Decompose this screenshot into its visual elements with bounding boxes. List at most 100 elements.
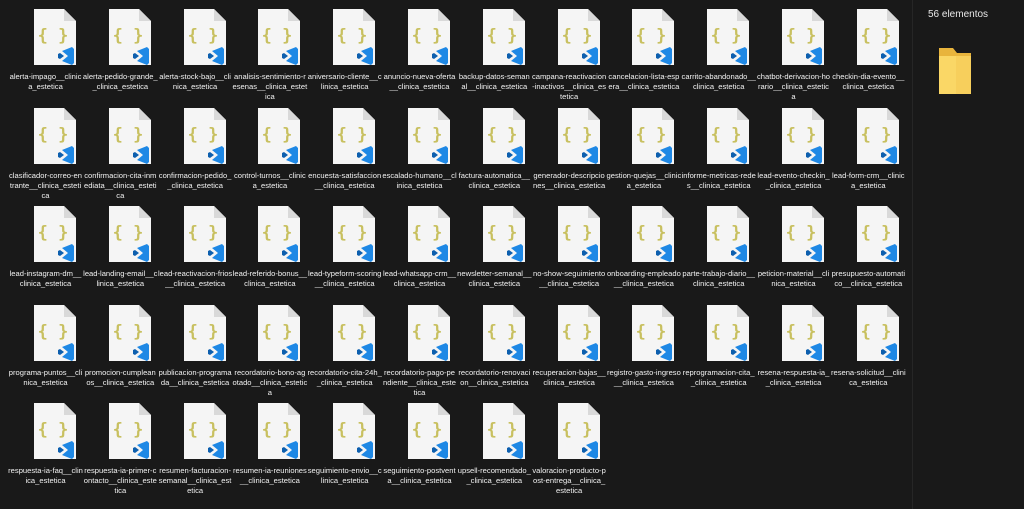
file-item[interactable]: { } chatbot-derivacion-horario__clinica_e… bbox=[756, 0, 831, 101]
json-file-icon: { } bbox=[856, 107, 899, 164]
file-item[interactable]: { } lead-instagram-dm__clinica_estetica bbox=[8, 197, 83, 295]
file-item[interactable]: { } resumen-ia-reuniones__clinica_estetic… bbox=[232, 394, 307, 492]
file-item[interactable]: { } presupuesto-automatico__clinica_estet… bbox=[831, 197, 906, 295]
svg-text:{ }: { } bbox=[786, 26, 817, 46]
json-file-icon: { } bbox=[707, 304, 750, 361]
file-name: seguimiento-postventa__clinica_estetica bbox=[383, 466, 456, 485]
file-item[interactable]: { } resena-solicitud__clinica_estetica bbox=[831, 296, 906, 394]
file-name: cancelacion-lista-espera__clinica_esteti… bbox=[608, 72, 680, 91]
file-item[interactable]: { } recordatorio-renovacion__clinica_este… bbox=[457, 296, 532, 394]
file-item[interactable]: { } resena-respuesta-ia__clinica_estetica bbox=[756, 296, 831, 394]
json-file-icon: { } bbox=[482, 107, 525, 164]
file-item[interactable]: { } lead-whatsapp-crm__clinica_estetica bbox=[382, 197, 457, 295]
file-item[interactable]: { } reprogramacion-cita__clinica_estetica bbox=[681, 296, 756, 394]
file-item[interactable]: { } aniversario-cliente__clinica_estetica bbox=[307, 0, 382, 98]
json-file-icon: { } bbox=[707, 107, 750, 164]
svg-text:{ }: { } bbox=[112, 125, 143, 145]
json-file-icon: { } bbox=[557, 304, 600, 361]
json-file-icon: { } bbox=[782, 107, 824, 164]
file-name: confirmacion-pedido__clinica_estetica bbox=[158, 170, 232, 190]
svg-text:{ }: { } bbox=[412, 223, 443, 243]
file-item[interactable]: { } escalado-humano__clinica_estetica bbox=[382, 99, 457, 197]
svg-text:{ }: { } bbox=[860, 223, 891, 243]
file-item[interactable]: { } newsletter-semanal__clinica_estetica bbox=[457, 197, 532, 295]
svg-text:{ }: { } bbox=[561, 125, 592, 145]
json-file-icon: { } bbox=[183, 206, 226, 262]
file-item[interactable]: { } lead-typeform-scoring__clinica_esteti… bbox=[307, 197, 382, 295]
file-name: lead-evento-checkin__clinica_estetica bbox=[757, 170, 830, 190]
file-item[interactable]: { } lead-reactivacion-frios__clinica_este… bbox=[158, 197, 233, 295]
file-name: control-turnos__clinica_estetica bbox=[234, 170, 306, 190]
svg-text:{ }: { } bbox=[786, 223, 817, 243]
file-item[interactable]: { } anuncio-nueva-oferta__clinica_estetic… bbox=[382, 0, 457, 98]
file-item[interactable]: { } clasificador-correo-entrante__clinica… bbox=[8, 99, 83, 200]
file-item[interactable]: { } lead-referido-bonus__clinica_estetica bbox=[232, 197, 307, 295]
file-item[interactable]: { } control-turnos__clinica_estetica bbox=[232, 99, 307, 197]
file-name: alerta-pedido-grande__clinica_estetica bbox=[82, 72, 158, 91]
file-item[interactable]: { } alerta-impago__clinica_estetica bbox=[8, 0, 83, 98]
file-item[interactable]: { } resumen-facturacion-semanal__clinica_… bbox=[158, 394, 233, 495]
file-item[interactable]: { } cancelacion-lista-espera__clinica_est… bbox=[606, 0, 681, 98]
file-item[interactable]: { } respuesta-ia-primer-contacto__clinica… bbox=[83, 394, 158, 495]
file-item[interactable]: { } no-show-seguimiento__clinica_estetica bbox=[532, 197, 607, 295]
file-item[interactable]: { } lead-evento-checkin__clinica_estetica bbox=[756, 99, 831, 197]
file-item[interactable]: { } publicacion-programada__clinica_estet… bbox=[158, 296, 233, 394]
json-file-icon: { } bbox=[408, 206, 450, 262]
json-file-icon: { } bbox=[856, 9, 899, 65]
file-item[interactable]: { } factura-automatica__clinica_estetica bbox=[457, 99, 532, 197]
file-name: recuperacion-bajas__clinica_estetica bbox=[532, 367, 606, 387]
json-file-icon: { } bbox=[782, 304, 824, 361]
svg-text:{ }: { } bbox=[636, 223, 667, 243]
file-item[interactable]: { } upsell-recomendado__clinica_estetica bbox=[457, 394, 532, 492]
json-file-icon: { } bbox=[482, 403, 525, 459]
svg-text:{ }: { } bbox=[711, 26, 742, 46]
file-item[interactable]: { } recuperacion-bajas__clinica_estetica bbox=[532, 296, 607, 394]
json-file-icon: { } bbox=[408, 403, 450, 459]
file-item[interactable]: { } informe-metricas-redes__clinica_estet… bbox=[681, 99, 756, 197]
file-name: upsell-recomendado__clinica_estetica bbox=[457, 466, 531, 485]
file-item[interactable]: { } recordatorio-bono-agotado__clinica_es… bbox=[232, 296, 307, 397]
file-item[interactable]: { } confirmacion-cita-inmediata__clinica_… bbox=[83, 99, 158, 200]
file-item[interactable]: { } promocion-cumpleanos__clinica_estetic… bbox=[83, 296, 158, 394]
file-item[interactable]: { } peticion-material__clinica_estetica bbox=[756, 197, 831, 295]
svg-text:{ }: { } bbox=[38, 26, 69, 46]
file-item[interactable]: { } gestion-quejas__clinica_estetica bbox=[606, 99, 681, 197]
file-name: registro-gasto-ingreso__clinica_estetica bbox=[606, 367, 681, 387]
file-item[interactable]: { } campana-reactivacion-inactivos__clini… bbox=[532, 0, 607, 101]
json-file-icon: { } bbox=[333, 403, 376, 459]
file-item[interactable]: { } seguimiento-envio__clinica_estetica bbox=[307, 394, 382, 492]
file-item[interactable]: { } respuesta-ia-faq__clinica_estetica bbox=[8, 394, 83, 492]
file-name: promocion-cumpleanos__clinica_estetica bbox=[84, 367, 156, 387]
file-item[interactable]: { } lead-form-crm__clinica_estetica bbox=[831, 99, 906, 197]
file-item[interactable]: { } valoracion-producto-post-entrega__cli… bbox=[532, 394, 607, 495]
file-item[interactable]: { } recordatorio-pago-pendiente__clinica_… bbox=[382, 296, 457, 397]
file-name: reprogramacion-cita__clinica_estetica bbox=[682, 367, 755, 387]
file-item[interactable]: { } confirmacion-pedido__clinica_estetica bbox=[158, 99, 233, 197]
file-item[interactable]: { } onboarding-empleado__clinica_estetica bbox=[606, 197, 681, 295]
file-item[interactable]: { } programa-puntos__clinica_estetica bbox=[8, 296, 83, 394]
file-item[interactable]: { } encuesta-satisfaccion__clinica_esteti… bbox=[307, 99, 382, 197]
file-item[interactable]: { } recordatorio-cita-24h__clinica_esteti… bbox=[307, 296, 382, 394]
file-name: chatbot-derivacion-horario__clinica_este… bbox=[756, 72, 831, 101]
file-item[interactable]: { } carrito-abandonado__clinica_estetica bbox=[681, 0, 756, 98]
json-file-icon: { } bbox=[408, 304, 450, 361]
file-item[interactable]: { } backup-datos-semanal__clinica_estetic… bbox=[457, 0, 532, 98]
json-file-icon: { } bbox=[557, 403, 600, 459]
json-file-icon: { } bbox=[632, 107, 675, 164]
svg-text:{ }: { } bbox=[337, 223, 368, 243]
file-item[interactable]: { } analisis-sentimiento-resenas__clinica… bbox=[232, 0, 307, 101]
svg-text:{ }: { } bbox=[786, 125, 817, 145]
file-name: lead-landing-email__clinica_estetica bbox=[83, 269, 158, 288]
file-item[interactable]: { } lead-landing-email__clinica_estetica bbox=[83, 197, 158, 295]
file-item[interactable]: { } alerta-pedido-grande__clinica_estetic… bbox=[83, 0, 158, 98]
svg-text:{ }: { } bbox=[38, 125, 69, 145]
file-item[interactable]: { } alerta-stock-bajo__clinica_estetica bbox=[158, 0, 233, 98]
file-item[interactable]: { } registro-gasto-ingreso__clinica_estet… bbox=[606, 296, 681, 394]
file-name: recordatorio-bono-agotado__clinica_estet… bbox=[232, 367, 308, 397]
file-name: campana-reactivacion-inactivos__clinica_… bbox=[531, 72, 607, 101]
file-item[interactable]: { } parte-trabajo-diario__clinica_estetic… bbox=[681, 197, 756, 295]
file-item[interactable]: { } generador-descripciones__clinica_este… bbox=[532, 99, 607, 197]
file-name: alerta-stock-bajo__clinica_estetica bbox=[159, 72, 231, 91]
file-item[interactable]: { } checkin-dia-evento__clinica_estetica bbox=[831, 0, 906, 98]
file-item[interactable]: { } seguimiento-postventa__clinica_esteti… bbox=[382, 394, 457, 492]
